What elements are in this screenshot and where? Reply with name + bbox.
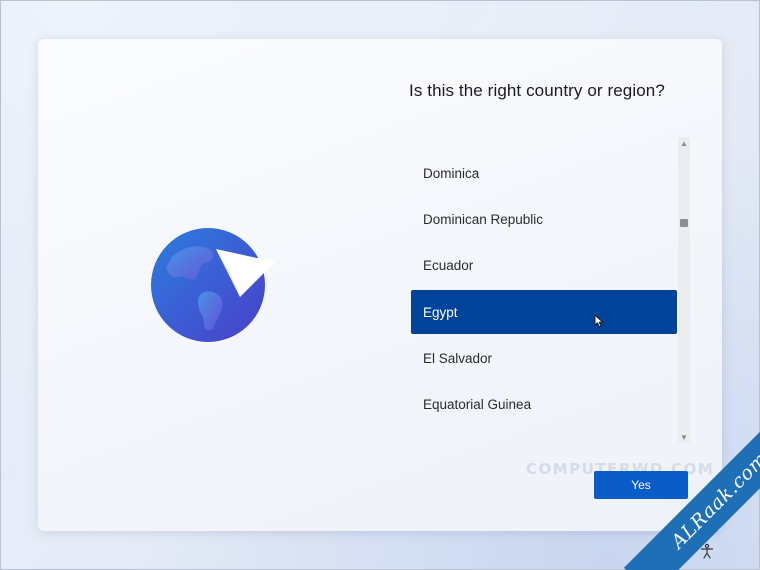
window-frame [0,0,760,570]
accessibility-icon[interactable] [699,543,715,559]
